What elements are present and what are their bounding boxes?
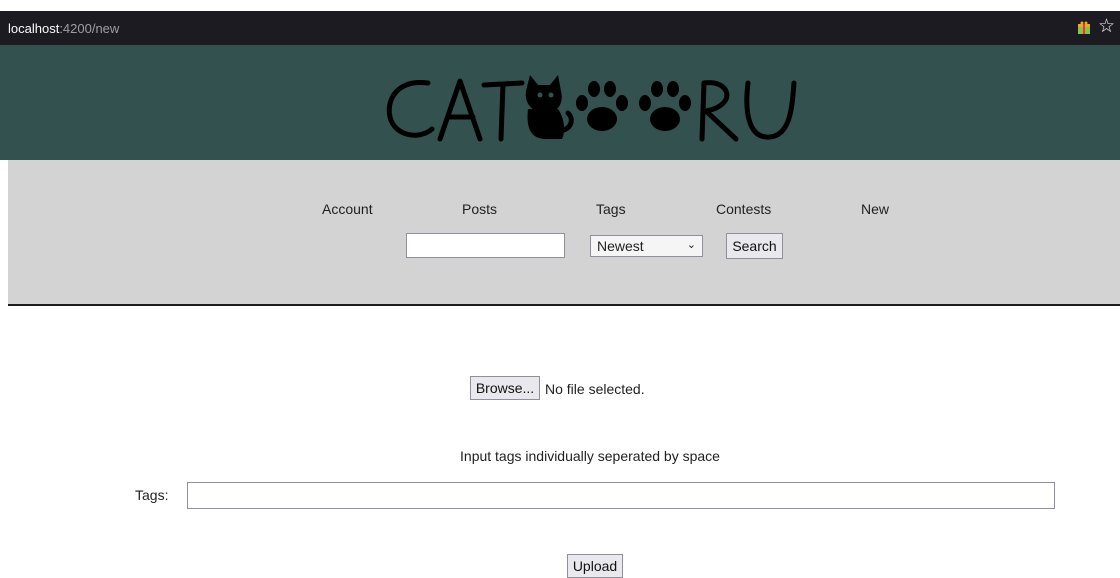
- url-path: :4200/new: [59, 21, 120, 36]
- url-text[interactable]: localhost:4200/new: [8, 21, 119, 36]
- nav-link-tags[interactable]: Tags: [596, 201, 626, 217]
- upload-button[interactable]: Upload: [567, 554, 623, 578]
- top-strip: [0, 0, 1120, 11]
- chevron-down-icon: ⌄: [686, 239, 696, 251]
- nav-link-account[interactable]: Account: [322, 201, 373, 217]
- nav-link-new[interactable]: New: [861, 201, 889, 217]
- bookmark-star-icon[interactable]: ☆: [1098, 17, 1115, 37]
- nav-panel: Account Posts Tags Contests New Newest ⌄…: [8, 160, 1120, 306]
- tags-input[interactable]: [187, 482, 1055, 509]
- tags-hint-text: Input tags individually seperated by spa…: [460, 448, 720, 464]
- tags-label: Tags:: [135, 487, 169, 503]
- nav-link-contests[interactable]: Contests: [716, 201, 771, 217]
- url-host: localhost: [8, 21, 60, 36]
- sort-selected-value: Newest: [597, 238, 644, 254]
- browser-url-bar[interactable]: localhost:4200/new ☆: [0, 11, 1120, 45]
- sort-select[interactable]: Newest ⌄: [590, 235, 703, 257]
- catooru-logo[interactable]: [380, 69, 810, 149]
- search-button[interactable]: Search: [726, 233, 783, 259]
- extension-icon[interactable]: [1077, 21, 1091, 35]
- nav-link-posts[interactable]: Posts: [462, 201, 497, 217]
- browse-file-button[interactable]: Browse...: [470, 376, 540, 400]
- file-status-text: No file selected.: [545, 381, 645, 397]
- site-banner: [0, 45, 1120, 160]
- search-input[interactable]: [406, 233, 565, 258]
